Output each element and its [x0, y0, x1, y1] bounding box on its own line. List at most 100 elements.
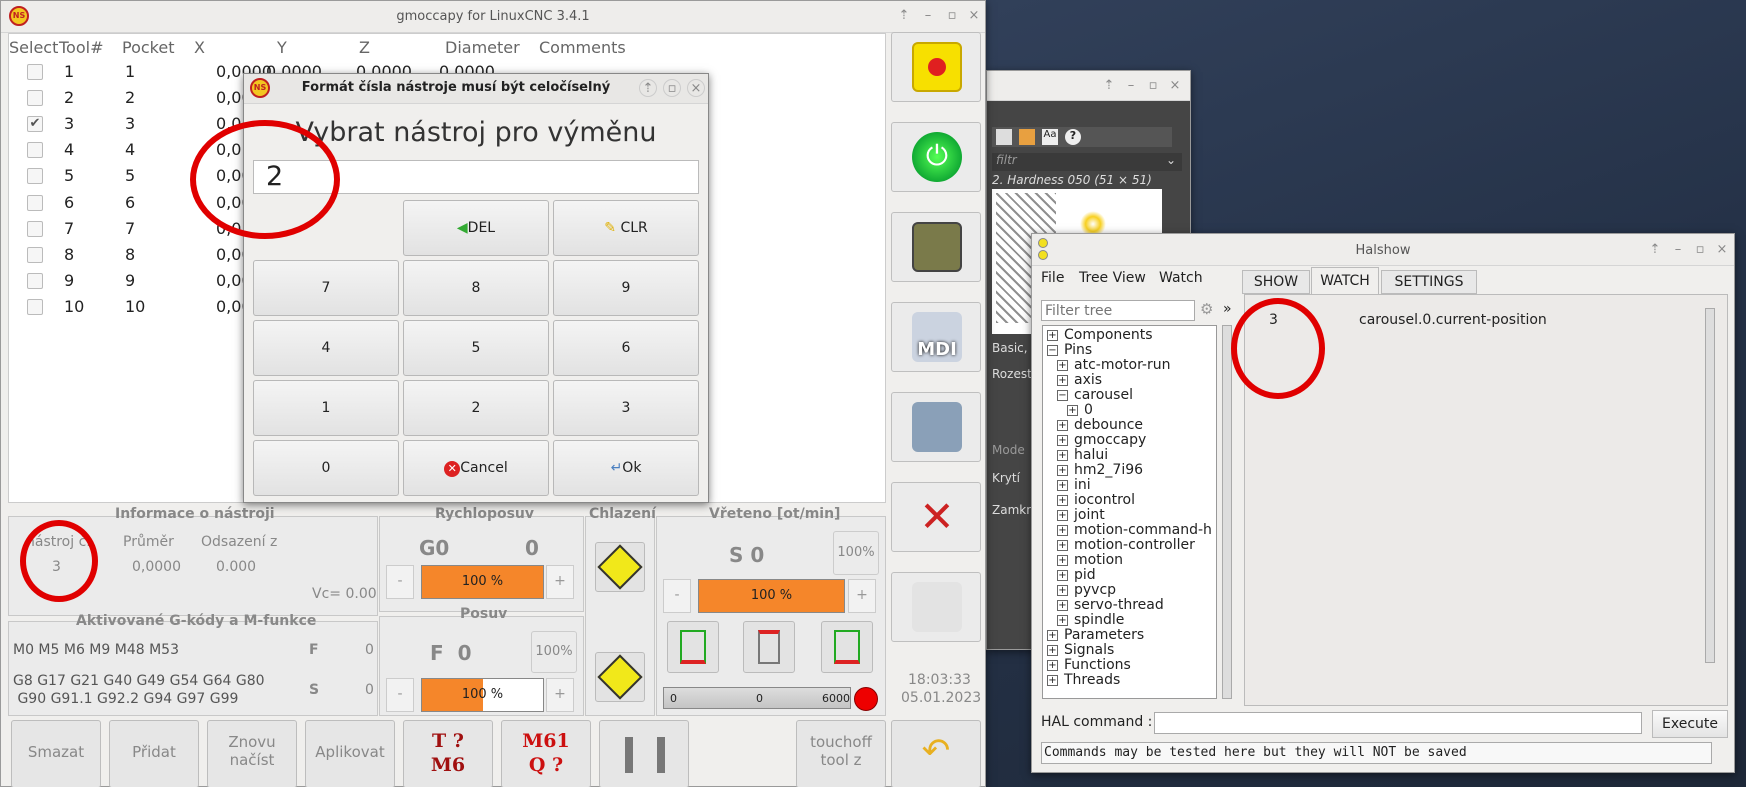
expand-icon[interactable]: +	[1057, 464, 1068, 476]
key-3-button[interactable]: 3	[553, 380, 699, 436]
tree-scrollbar[interactable]	[1222, 325, 1232, 699]
collapse-icon[interactable]: −	[1047, 344, 1058, 356]
tree-node[interactable]: + hm2_7i96	[1057, 463, 1143, 478]
feed-plus-button[interactable]: +	[546, 678, 574, 712]
settings-gear-icon[interactable]: ⚙	[1200, 300, 1213, 318]
settings-button[interactable]: ✕	[891, 482, 981, 552]
dialog-maximize-icon[interactable]: ▫	[663, 79, 681, 97]
watch-scrollbar[interactable]	[1705, 308, 1715, 663]
pattern-icon[interactable]	[1019, 129, 1035, 145]
add-button[interactable]: Přidat	[109, 720, 199, 787]
col-y[interactable]: Y	[277, 38, 287, 57]
m61-button[interactable]: M61 Q ?	[501, 720, 591, 787]
col-diameter[interactable]: Diameter	[445, 38, 520, 57]
key-7-button[interactable]: 7	[253, 260, 399, 316]
tool-change-button[interactable]: T ? M6	[403, 720, 493, 787]
tree-node[interactable]: + motion-command-h	[1057, 523, 1212, 538]
tree-node[interactable]: + halui	[1057, 448, 1108, 463]
dialog-close-icon[interactable]: ×	[687, 79, 705, 97]
expand-icon[interactable]: +	[1067, 404, 1078, 416]
flood-button[interactable]	[595, 542, 645, 592]
mist-button[interactable]	[595, 652, 645, 702]
font-icon[interactable]: Aa	[1042, 129, 1058, 145]
key-8-button[interactable]: 8	[403, 260, 549, 316]
tab-watch[interactable]: WATCH	[1311, 267, 1379, 294]
gimp-filter-field[interactable]: filtr ⌄	[992, 153, 1182, 171]
collapse-icon[interactable]: −	[1057, 389, 1068, 401]
expand-icon[interactable]: +	[1057, 584, 1068, 596]
apply-button[interactable]: Aplikovat	[305, 720, 395, 787]
filter-tree-input[interactable]	[1041, 300, 1195, 321]
title-up-icon[interactable]: ⇡	[895, 7, 913, 25]
tree-node[interactable]: + Components	[1047, 328, 1153, 343]
tree-node[interactable]: + motion	[1057, 553, 1123, 568]
gimp-minimize-icon[interactable]: –	[1122, 77, 1140, 95]
dialog-up-icon[interactable]: ⇡	[639, 79, 657, 97]
pin-tree[interactable]: + Components − Pins + atc-motor-run + axis − caro…	[1042, 325, 1217, 699]
expand-icon[interactable]: +	[1047, 644, 1058, 656]
tree-node[interactable]: − carousel	[1057, 388, 1133, 403]
brush-icon[interactable]	[996, 129, 1012, 145]
menu-tree-view[interactable]: Tree View	[1079, 270, 1146, 286]
ok-button[interactable]: ↵Ok	[553, 440, 699, 496]
spindle-minus-button[interactable]: -	[663, 579, 691, 613]
tree-node[interactable]: + atc-motor-run	[1057, 358, 1171, 373]
tool-swap-button[interactable]	[599, 720, 689, 787]
row-select-checkbox[interactable]	[27, 194, 43, 211]
halshow-maximize-icon[interactable]: ▫	[1691, 241, 1709, 259]
expand-icon[interactable]: +	[1047, 659, 1058, 671]
menu-watch[interactable]: Watch	[1159, 270, 1203, 286]
expand-icon[interactable]: +	[1047, 329, 1058, 341]
del-button[interactable]: ◀DEL	[403, 200, 549, 256]
spindle-plus-button[interactable]: +	[848, 579, 876, 613]
user-button[interactable]	[891, 572, 981, 642]
key-6-button[interactable]: 6	[553, 320, 699, 376]
tree-node[interactable]: + spindle	[1057, 613, 1124, 628]
tree-node[interactable]: + debounce	[1057, 418, 1143, 433]
expand-icon[interactable]: +	[1057, 434, 1068, 446]
expand-icon[interactable]: +	[1057, 374, 1068, 386]
manual-mode-button[interactable]	[891, 212, 981, 282]
rapid-plus-button[interactable]: +	[546, 565, 574, 599]
expand-icon[interactable]: +	[1047, 629, 1058, 641]
expand-icon[interactable]: +	[1057, 509, 1068, 521]
tree-node[interactable]: + axis	[1057, 373, 1102, 388]
tree-node[interactable]: + motion-controller	[1057, 538, 1195, 553]
tree-node[interactable]: + gmoccapy	[1057, 433, 1146, 448]
title-maximize-icon[interactable]: ▫	[943, 7, 961, 25]
tree-node[interactable]: − Pins	[1047, 343, 1092, 358]
row-select-checkbox[interactable]: ✔	[27, 116, 43, 133]
row-select-checkbox[interactable]	[27, 298, 43, 315]
tree-node[interactable]: + Threads	[1047, 673, 1120, 688]
more-button[interactable]: »	[1223, 301, 1232, 317]
key-1-button[interactable]: 1	[253, 380, 399, 436]
col-tool[interactable]: Tool#	[59, 38, 103, 57]
menu-file[interactable]: File	[1041, 270, 1064, 286]
expand-icon[interactable]: +	[1057, 599, 1068, 611]
halshow-up-icon[interactable]: ⇡	[1646, 241, 1664, 259]
spindle-slider[interactable]: 100 %	[698, 579, 845, 613]
spindle-stop-button[interactable]	[743, 621, 795, 673]
auto-mode-button[interactable]	[891, 392, 981, 462]
tree-node[interactable]: + Signals	[1047, 643, 1114, 658]
col-select[interactable]: Select	[9, 38, 58, 57]
row-select-checkbox[interactable]	[27, 90, 43, 107]
expand-icon[interactable]: +	[1047, 674, 1058, 686]
hal-command-input[interactable]	[1154, 712, 1642, 734]
rapid-slider[interactable]: 100 %	[421, 565, 544, 599]
halshow-close-icon[interactable]: ×	[1713, 241, 1731, 259]
expand-icon[interactable]: +	[1057, 539, 1068, 551]
expand-icon[interactable]: +	[1057, 449, 1068, 461]
tree-node[interactable]: + Parameters	[1047, 628, 1144, 643]
row-select-checkbox[interactable]	[27, 220, 43, 237]
delete-button[interactable]: Smazat	[11, 720, 101, 787]
expand-icon[interactable]: +	[1057, 554, 1068, 566]
tree-node[interactable]: + joint	[1057, 508, 1105, 523]
expand-icon[interactable]: +	[1057, 614, 1068, 626]
clr-button[interactable]: ✎ CLR	[553, 200, 699, 256]
feed-minus-button[interactable]: -	[386, 678, 414, 712]
col-comments[interactable]: Comments	[539, 38, 626, 57]
tree-node[interactable]: + servo-thread	[1057, 598, 1164, 613]
power-button[interactable]: ⏻	[891, 122, 981, 192]
tree-node[interactable]: + Functions	[1047, 658, 1131, 673]
